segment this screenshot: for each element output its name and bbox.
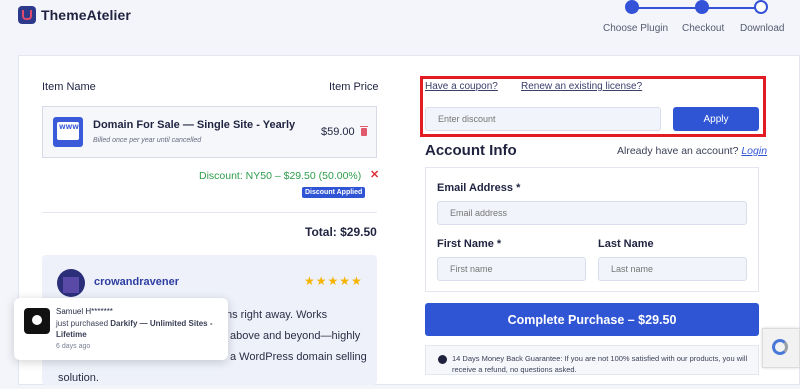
trash-icon[interactable] bbox=[360, 126, 368, 136]
account-info-title: Account Info bbox=[425, 142, 517, 159]
brand-logo[interactable]: ThemeAtelier bbox=[18, 6, 131, 24]
remove-discount-icon[interactable]: ✕ bbox=[370, 168, 379, 181]
discount-line: Discount: NY50 – $29.50 (50.00%) bbox=[199, 170, 362, 182]
order-total: Total: $29.50 bbox=[305, 225, 377, 239]
first-name-field[interactable] bbox=[437, 257, 586, 281]
avatar bbox=[57, 269, 85, 297]
step-label-choose-plugin: Choose Plugin bbox=[603, 23, 669, 34]
step-connector bbox=[632, 7, 696, 9]
brand-name: ThemeAtelier bbox=[41, 7, 131, 23]
divider bbox=[42, 212, 377, 213]
step-label-download: Download bbox=[740, 23, 785, 34]
step-pending-icon bbox=[754, 0, 768, 14]
reviewer-name: crowandravener bbox=[94, 276, 179, 288]
check-icon bbox=[438, 355, 447, 364]
rating-stars: ★★★★★ bbox=[304, 274, 363, 288]
purchase-notification[interactable]: Samuel H******* just purchased Darkify —… bbox=[14, 298, 228, 360]
item-name-header: Item Name bbox=[42, 81, 96, 93]
renew-license-link[interactable]: Renew an existing license? bbox=[521, 81, 642, 92]
login-link[interactable]: Login bbox=[741, 145, 767, 157]
discount-applied-badge: Discount Applied bbox=[302, 187, 366, 198]
item-price: $59.00 bbox=[321, 126, 355, 138]
item-title: Domain For Sale — Single Site - Yearly bbox=[93, 119, 296, 131]
login-prompt: Already have an account? Login bbox=[617, 145, 768, 157]
recaptcha-icon[interactable] bbox=[762, 328, 800, 368]
step-current-icon bbox=[695, 0, 709, 14]
step-connector bbox=[702, 7, 756, 9]
step-label-checkout: Checkout bbox=[682, 23, 725, 34]
notification-message: just purchased Darkify — Unlimited Sites… bbox=[56, 319, 213, 339]
discount-input[interactable] bbox=[425, 107, 661, 131]
domain-icon: WWW bbox=[53, 117, 83, 147]
guarantee-text: 14 Days Money Back Guarantee: If you are… bbox=[452, 354, 748, 374]
notification-time: 6 days ago bbox=[56, 343, 91, 350]
email-label: Email Address * bbox=[437, 182, 521, 194]
first-name-label: First Name * bbox=[437, 238, 502, 250]
item-billing-note: Billed once per year until cancelled bbox=[93, 137, 202, 144]
cart-item: WWW Domain For Sale — Single Site - Year… bbox=[42, 106, 377, 158]
logo-icon bbox=[18, 6, 36, 24]
buyer-name: Samuel H******* bbox=[56, 307, 113, 316]
last-name-field[interactable] bbox=[598, 257, 747, 281]
last-name-label: Last Name bbox=[598, 238, 654, 250]
complete-purchase-button[interactable]: Complete Purchase – $29.50 bbox=[425, 303, 759, 336]
checkout-steps: Choose Plugin Checkout Download bbox=[600, 0, 790, 40]
have-coupon-link[interactable]: Have a coupon? bbox=[425, 81, 498, 92]
item-price-header: Item Price bbox=[329, 81, 379, 93]
email-field[interactable] bbox=[437, 201, 747, 225]
step-done-icon bbox=[625, 0, 639, 14]
product-icon bbox=[24, 308, 50, 334]
apply-button[interactable]: Apply bbox=[673, 107, 759, 131]
